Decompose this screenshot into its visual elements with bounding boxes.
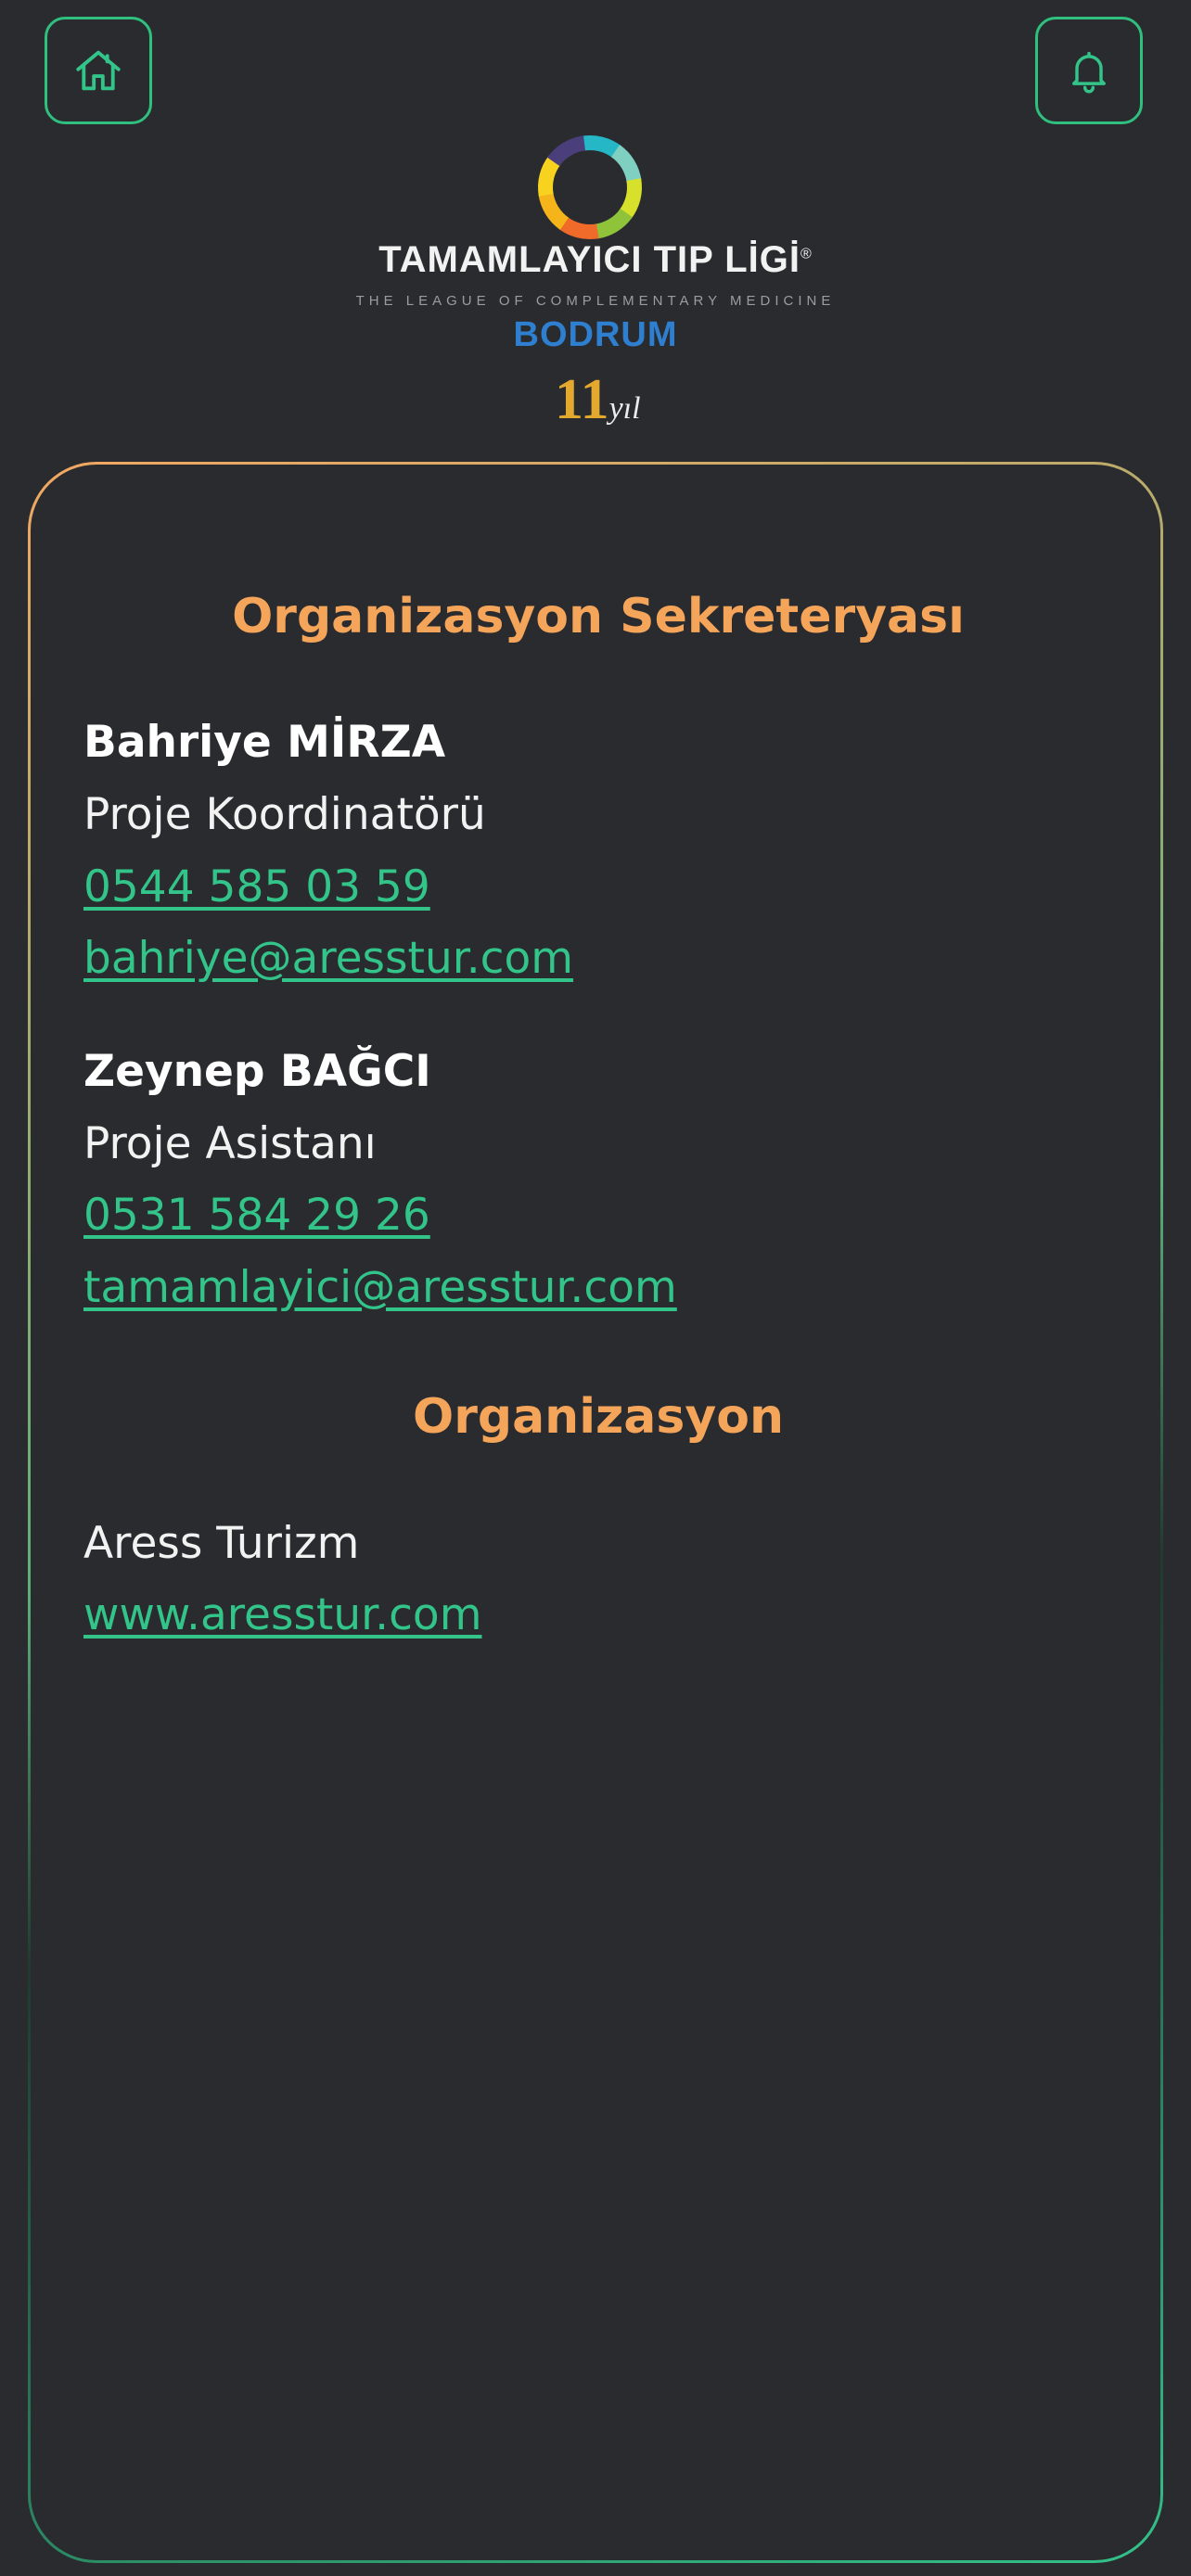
contact-role: Proje Koordinatörü — [83, 789, 486, 840]
secretariat-title: Organizasyon Sekreteryası — [232, 589, 965, 644]
logo-city: BODRUM — [513, 315, 678, 354]
contact-role: Proje Asistanı — [83, 1118, 377, 1169]
logo-year-badge: 11yıl — [555, 368, 641, 431]
bell-icon — [1072, 51, 1106, 94]
contact-phone-link[interactable]: 0531 584 29 26 — [83, 1190, 430, 1241]
contact-email-link[interactable]: tamamlayici@aresstur.com — [83, 1262, 677, 1313]
logo-subtitle: THE LEAGUE OF COMPLEMENTARY MEDICINE — [355, 293, 836, 309]
organization-website-link[interactable]: www.aresstur.com — [83, 1589, 481, 1640]
organization-title: Organizasyon — [413, 1389, 784, 1445]
contact-email-link[interactable]: bahriye@aresstur.com — [83, 933, 573, 984]
home-icon — [76, 50, 121, 91]
contact-name: Zeynep BAĞCI — [83, 1046, 431, 1097]
notifications-button[interactable] — [1035, 17, 1143, 124]
contact-phone-link[interactable]: 0544 585 03 59 — [83, 861, 430, 912]
contact-name: Bahriye MİRZA — [83, 717, 446, 768]
home-button[interactable] — [45, 17, 152, 124]
logo-ring-icon — [538, 135, 642, 239]
organization-company: Aress Turizm — [83, 1518, 360, 1569]
logo-title: TAMAMLAYICI TIP LİGİ® — [378, 239, 813, 280]
brand-logo: TAMAMLAYICI TIP LİGİ® THE LEAGUE OF COMP… — [0, 130, 1191, 436]
contact-card: Organizasyon Sekreteryası Bahriye MİRZA … — [28, 462, 1163, 2563]
